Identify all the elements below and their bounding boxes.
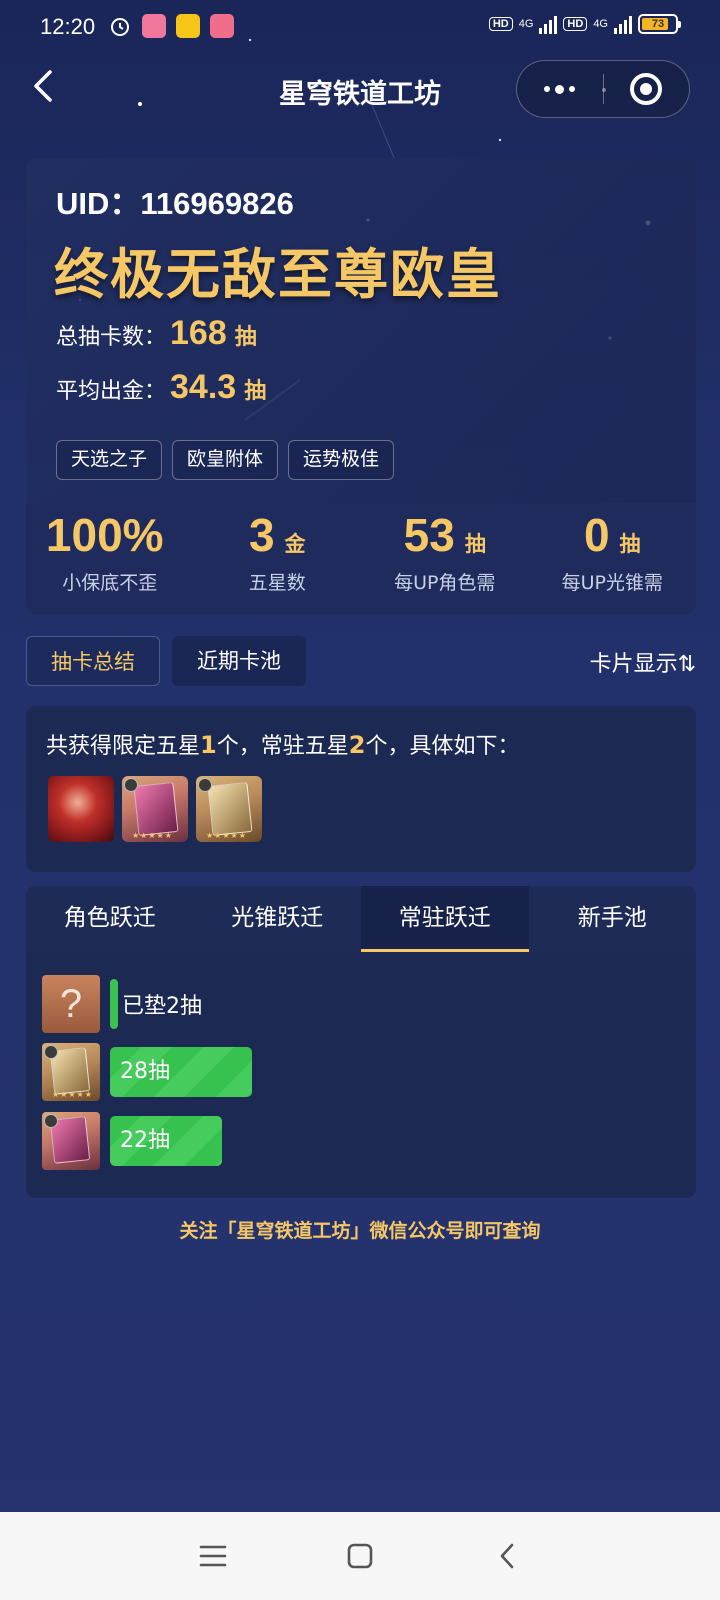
- menu-button[interactable]: [193, 1536, 233, 1576]
- alarm-icon: [108, 14, 132, 38]
- signal-icon: [539, 14, 558, 34]
- metric-unit: 抽: [464, 532, 486, 556]
- pity-bar: [110, 979, 118, 1029]
- rarity-stars-icon: ★★★★★: [52, 1090, 93, 1099]
- tag: 运势极佳: [288, 440, 395, 480]
- question-mark-icon: ?: [42, 975, 100, 1033]
- avg-gold-unit: 抽: [244, 379, 267, 404]
- signal-icon: [614, 14, 632, 34]
- lightcone-thumbnail[interactable]: ★★★★★: [122, 776, 188, 842]
- more-dots-icon: [544, 86, 551, 92]
- uid-text: UID：116969826: [56, 186, 294, 221]
- metric-per-up-character: 53 抽 每UP角色需: [361, 508, 529, 608]
- metric-label: 五星数: [248, 572, 306, 594]
- standard-count: 2: [348, 731, 366, 759]
- metric-label: 每UP光锥需: [561, 572, 663, 594]
- system-back-button[interactable]: [487, 1536, 527, 1576]
- network-label: 4G: [593, 18, 608, 30]
- total-pulls-label: 总抽卡数：: [56, 325, 167, 350]
- tab-beginner-warp[interactable]: 新手池: [529, 886, 697, 952]
- tab-recent-banners[interactable]: 近期卡池: [172, 636, 306, 686]
- system-nav-bar: [0, 1512, 720, 1600]
- miniprogram-capsule: [516, 60, 690, 118]
- lightcone-thumbnail[interactable]: ★★★★★: [196, 776, 262, 842]
- footer-note: 关注「星穹铁道工坊」微信公众号即可查询: [179, 1220, 541, 1242]
- metric-value: 53: [403, 509, 455, 561]
- tag-list: 天选之子 欧皇附体 运势极佳: [56, 440, 395, 480]
- rarity-stars-icon: ★★★★★: [132, 831, 173, 840]
- tab-summary[interactable]: 抽卡总结: [26, 636, 160, 686]
- metric-unit: 金: [284, 532, 306, 556]
- character-avatar[interactable]: [48, 776, 114, 842]
- pull-row-pending: ? 已垫2抽: [42, 974, 202, 1034]
- limited-count: 1: [200, 731, 217, 759]
- metric-value: 100%: [45, 509, 164, 561]
- metric-no-lose-5050: 100% 小保底不歪: [26, 508, 194, 608]
- path-icon: [198, 778, 212, 792]
- lightcone-thumbnail: ★★★★★: [42, 1043, 100, 1101]
- total-pulls-value: 168: [170, 314, 227, 352]
- metric-label: 小保底不歪: [62, 572, 158, 594]
- summary-card: UID：116969826 终极无敌至尊欧皇 总抽卡数： 168 抽 平均出金：…: [26, 158, 696, 614]
- tag: 天选之子: [56, 440, 163, 480]
- avg-gold-label: 平均出金：: [56, 379, 167, 404]
- rank-title: 终极无敌至尊欧皇: [54, 243, 502, 306]
- warp-tab-bar: 角色跃迁 光锥跃迁 常驻跃迁 新手池: [26, 886, 696, 952]
- card-display-toggle[interactable]: 卡片显示⇅: [590, 646, 696, 678]
- path-icon: [44, 1114, 58, 1128]
- square-home-icon: [347, 1543, 373, 1569]
- network-label: 4G: [518, 18, 534, 30]
- car-app-icon: [176, 14, 200, 38]
- obtained-summary-text: 共获得限定五星1个，常驻五星2个，具体如下：: [46, 731, 520, 759]
- status-indicators: HD 4G HD 4G 73: [488, 14, 681, 34]
- rarity-stars-icon: ★★★★★: [206, 831, 247, 840]
- pull-count-bar: 28抽: [110, 1047, 252, 1097]
- warp-history-card: 角色跃迁 光锥跃迁 常驻跃迁 新手池 ? 已垫2抽 ★★★★★ 28抽 22抽: [26, 886, 696, 1198]
- tab-character-warp[interactable]: 角色跃迁: [26, 886, 194, 952]
- avg-gold-stat: 平均出金： 34.3 抽: [56, 368, 266, 407]
- battery-icon: 73: [638, 14, 681, 34]
- metric-value: 0: [583, 509, 610, 561]
- five-star-list: ★★★★★ ★★★★★: [48, 776, 262, 842]
- obtained-five-star-card: 共获得限定五星1个，常驻五星2个，具体如下： ★★★★★ ★★★★★: [26, 706, 696, 872]
- total-pulls-stat: 总抽卡数： 168 抽: [56, 314, 257, 353]
- path-icon: [124, 778, 138, 792]
- status-time: 12:20: [40, 14, 96, 39]
- more-button[interactable]: [517, 61, 603, 117]
- lightcone-thumbnail: [42, 1112, 100, 1170]
- battery-level: 73: [651, 18, 665, 30]
- pull-count-bar: 22抽: [110, 1116, 222, 1166]
- metrics-row: 100% 小保底不歪 3金 五星数 53 抽 每UP角色需 0抽 每UP光锥需: [26, 508, 696, 608]
- close-miniprogram-button[interactable]: [604, 61, 690, 117]
- tag: 欧皇附体: [172, 440, 279, 480]
- avg-gold-value: 34.3: [170, 368, 237, 406]
- metric-per-up-lightcone: 0抽 每UP光锥需: [529, 508, 697, 608]
- menu-icon: [200, 1545, 227, 1567]
- metric-label: 每UP角色需: [394, 572, 496, 594]
- tab-standard-warp[interactable]: 常驻跃迁: [361, 886, 529, 952]
- hd-badge: HD: [563, 17, 588, 31]
- game-app-icon: [210, 14, 234, 38]
- total-pulls-unit: 抽: [234, 325, 257, 350]
- target-close-icon: [630, 73, 663, 105]
- app-header: 星穹铁道工坊: [0, 58, 720, 122]
- pity-label: 已垫2抽: [122, 994, 202, 1019]
- chevron-left-icon: [500, 1543, 513, 1569]
- metric-unit: 抽: [619, 532, 641, 556]
- home-button[interactable]: [340, 1536, 380, 1576]
- metric-value: 3: [248, 509, 275, 561]
- pull-row[interactable]: 22抽: [42, 1111, 222, 1171]
- tab-lightcone-warp[interactable]: 光锥跃迁: [194, 886, 362, 952]
- status-bar: 12:20 HD 4G HD 4G 73: [0, 0, 720, 56]
- bilibili-icon: [142, 14, 166, 38]
- hd-badge: HD: [488, 17, 513, 31]
- metric-five-star-count: 3金 五星数: [194, 508, 362, 608]
- status-app-icons: [108, 14, 234, 38]
- path-icon: [44, 1045, 58, 1059]
- pull-row[interactable]: ★★★★★ 28抽: [42, 1042, 252, 1102]
